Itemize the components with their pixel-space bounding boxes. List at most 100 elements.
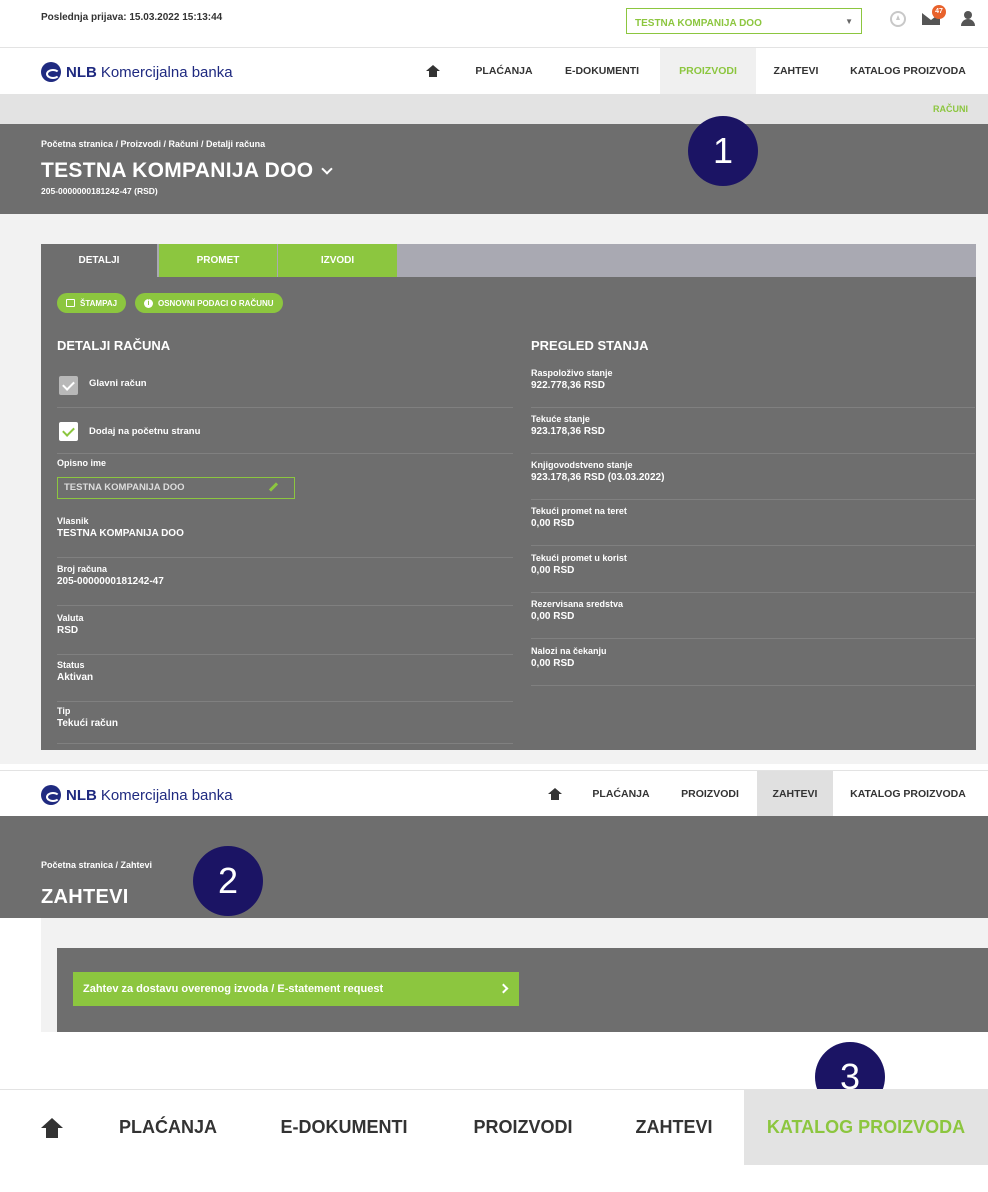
nickname-label: Opisno ime	[57, 458, 107, 468]
balance-value: 0,00 RSD	[531, 518, 575, 529]
balance-row: Tekući promet u korist 0,00 RSD	[531, 553, 975, 593]
home-icon	[548, 788, 562, 800]
balance-label: Tekući promet u korist	[531, 553, 627, 563]
basic-info-label: OSNOVNI PODACI O RAČUNU	[158, 298, 274, 308]
logo-nlb: NLB	[66, 786, 97, 804]
type-label: Tip	[57, 706, 71, 716]
balance-row: Rezervisana sredstva 0,00 RSD	[531, 599, 975, 639]
balance-label: Raspoloživo stanje	[531, 368, 613, 378]
nav-katalog[interactable]: KATALOG PROIZVODA	[744, 1090, 988, 1165]
info-icon: i	[144, 298, 153, 308]
status-value: Aktivan	[57, 672, 94, 683]
add-home-checkbox[interactable]	[59, 422, 78, 441]
row-owner: Vlasnik TESTNA KOMPANIJA DOO	[57, 516, 513, 558]
chevron-right-icon	[498, 983, 509, 994]
breadcrumb[interactable]: Početna stranica / Zahtevi	[41, 860, 152, 870]
nav-katalog[interactable]: KATALOG PROIZVODA	[838, 771, 978, 817]
balance-value: 922.778,36 RSD	[531, 380, 605, 391]
logo-name: Komercijalna banka	[100, 786, 233, 804]
balance-title: PREGLED STANJA	[531, 338, 649, 353]
last-login-text: Poslednja prijava: 15.03.2022 15:13:44	[41, 12, 223, 23]
nickname-input[interactable]: TESTNA KOMPANIJA DOO	[57, 477, 295, 499]
main-nav-large: PLAĆANJA E-DOKUMENTI PROIZVODI ZAHTEVI K…	[0, 1089, 988, 1192]
add-home-label: Dodaj na početnu stranu	[89, 426, 201, 437]
nav-home[interactable]	[418, 48, 448, 94]
basic-info-button[interactable]: i OSNOVNI PODACI O RAČUNU	[135, 293, 283, 313]
nav-e-dokumenti[interactable]: E-DOKUMENTI	[258, 1090, 430, 1165]
company-select-value: TESTNA KOMPANIJA DOO	[635, 18, 762, 29]
marker-1: 1	[688, 116, 758, 186]
marker-2: 2	[193, 846, 263, 916]
nav-proizvodi[interactable]: PROIZVODI	[660, 48, 756, 94]
balance-label: Knjigovodstveno stanje	[531, 460, 633, 470]
balance-label: Rezervisana sredstva	[531, 599, 624, 609]
tab-izvodi[interactable]: IZVODI	[278, 244, 397, 277]
upload-icon[interactable]	[890, 11, 906, 27]
sub-nav: RAČUNI	[0, 94, 988, 124]
print-label: ŠTAMPAJ	[80, 298, 118, 308]
page-title[interactable]: TESTNA KOMPANIJA DOO	[41, 159, 334, 183]
chevron-down-icon: ▼	[845, 17, 853, 26]
nav-proizvodi[interactable]: PROIZVODI	[668, 771, 752, 817]
bank-logo[interactable]: NLB Komercijalna banka	[41, 62, 233, 82]
type-value: Tekući račun	[57, 718, 118, 729]
nav-placanja[interactable]: PLAĆANJA	[463, 48, 545, 94]
row-currency: Valuta RSD	[57, 613, 513, 655]
nav-e-dokumenti[interactable]: E-DOKUMENTI	[548, 48, 656, 94]
tab-bar: DETALJI PROMET IZVODI	[41, 244, 976, 277]
balance-row: Raspoloživo stanje 922.778,36 RSD	[531, 368, 975, 408]
nav-zahtevi[interactable]: ZAHTEVI	[757, 771, 833, 817]
main-nav-2: NLB Komercijalna banka PLAĆANJA PROIZVOD…	[0, 770, 988, 817]
main-account-checkbox[interactable]	[59, 376, 78, 395]
e-statement-request-label: Zahtev za dostavu overenog izvoda / E-st…	[83, 983, 384, 995]
details-title: DETALJI RAČUNA	[57, 338, 171, 353]
nav-zahtevi[interactable]: ZAHTEVI	[614, 1090, 734, 1165]
nav-zahtevi[interactable]: ZAHTEVI	[760, 48, 832, 94]
top-bar: Poslednja prijava: 15.03.2022 15:13:44 T…	[0, 0, 988, 48]
user-icon[interactable]	[961, 11, 975, 27]
nav-home[interactable]	[22, 1090, 82, 1165]
balance-value: 0,00 RSD	[531, 565, 575, 576]
main-nav: NLB Komercijalna banka PLAĆANJA E-DOKUME…	[0, 48, 988, 94]
currency-value: RSD	[57, 625, 79, 636]
nav-placanja[interactable]: PLAĆANJA	[585, 771, 657, 817]
balance-label: Nalozi na čekanju	[531, 646, 607, 656]
account-number-value: 205-0000000181242-47	[57, 576, 164, 587]
row-type: Tip Tekući račun	[57, 706, 513, 744]
nlb-logo-icon	[41, 62, 61, 82]
page-title: ZAHTEVI	[41, 886, 129, 908]
balance-row: Knjigovodstveno stanje 923.178,36 RSD (0…	[531, 460, 975, 500]
balance-label: Tekući promet na teret	[531, 506, 627, 516]
currency-label: Valuta	[57, 613, 84, 623]
nav-katalog[interactable]: KATALOG PROIZVODA	[838, 48, 978, 94]
balance-value: 923.178,36 RSD	[531, 426, 605, 437]
owner-label: Vlasnik	[57, 516, 89, 526]
nav-home[interactable]	[540, 771, 570, 817]
breadcrumb[interactable]: Početna stranica / Proizvodi / Računi / …	[41, 139, 265, 149]
main-account-label: Glavni račun	[89, 378, 147, 389]
tab-detalji[interactable]: DETALJI	[41, 244, 157, 277]
print-button[interactable]: ŠTAMPAJ	[57, 293, 127, 313]
company-select[interactable]: TESTNA KOMPANIJA DOO ▼	[626, 8, 862, 34]
logo-nlb: NLB	[66, 63, 97, 81]
balance-row: Nalozi na čekanju 0,00 RSD	[531, 646, 975, 686]
nav-placanja[interactable]: PLAĆANJA	[100, 1090, 236, 1165]
home-icon	[426, 65, 440, 77]
row-status: Status Aktivan	[57, 660, 513, 702]
balance-value: 0,00 RSD	[531, 658, 575, 669]
logo-name: Komercijalna banka	[100, 63, 233, 81]
nav-proizvodi[interactable]: PROIZVODI	[452, 1090, 594, 1165]
mail-count-badge: 47	[932, 5, 946, 19]
balance-label: Tekuće stanje	[531, 414, 590, 424]
account-number-label: Broj računa	[57, 564, 108, 574]
owner-value: TESTNA KOMPANIJA DOO	[57, 528, 184, 539]
bank-logo[interactable]: NLB Komercijalna banka	[41, 785, 233, 805]
nlb-logo-icon	[41, 785, 61, 805]
account-number-subtitle: 205-0000000181242-47 (RSD)	[41, 186, 158, 196]
tab-promet[interactable]: PROMET	[159, 244, 277, 277]
balance-row: Tekuće stanje 923.178,36 RSD	[531, 414, 975, 454]
e-statement-request-button[interactable]: Zahtev za dostavu overenog izvoda / E-st…	[73, 972, 519, 1006]
subnav-racuni[interactable]: RAČUNI	[933, 104, 968, 114]
status-label: Status	[57, 660, 85, 670]
balance-row: Tekući promet na teret 0,00 RSD	[531, 506, 975, 546]
